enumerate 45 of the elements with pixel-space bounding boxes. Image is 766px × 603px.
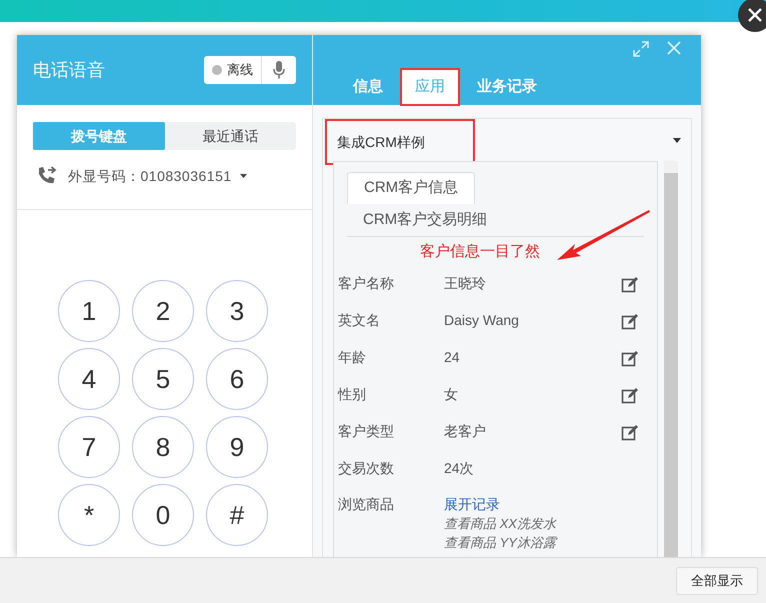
edit-icon[interactable] — [621, 422, 639, 440]
keypad-key[interactable]: 2 — [132, 280, 194, 342]
edit-icon[interactable] — [621, 312, 639, 330]
keypad-key[interactable]: 4 — [58, 348, 120, 410]
close-icon[interactable] — [738, 0, 766, 32]
dial-tab[interactable]: 最近通话 — [164, 122, 296, 150]
field-label: 性别 — [338, 385, 367, 404]
status-label: 离线 — [227, 60, 253, 79]
edit-icon[interactable] — [621, 274, 639, 292]
crm-tab[interactable]: CRM客户交易明细 — [347, 204, 504, 236]
keypad-key[interactable]: # — [206, 484, 268, 546]
keypad-key[interactable]: 8 — [132, 416, 194, 478]
keypad-key[interactable]: 0 — [132, 484, 194, 546]
annotation-text: 客户信息一目了然 — [420, 242, 540, 262]
field-label: 客户类型 — [338, 422, 395, 441]
microphone-icon[interactable] — [273, 60, 285, 78]
field-label: 英文名 — [338, 311, 381, 330]
field-label: 交易次数 — [338, 459, 395, 478]
keypad-key[interactable]: 7 — [58, 416, 120, 478]
field-value: 24 — [444, 348, 461, 367]
caret-icon — [240, 174, 247, 178]
field-label: 年龄 — [338, 348, 367, 367]
caret-icon — [673, 138, 681, 142]
show-all-button[interactable]: 全部显示 — [676, 566, 758, 594]
field-label: 浏览商品 — [338, 495, 395, 514]
keypad-key[interactable]: 5 — [132, 348, 194, 410]
field-value: 王晓玲 — [444, 274, 487, 293]
keypad-key[interactable]: 3 — [206, 280, 268, 342]
field-value: 女 — [444, 385, 459, 404]
browse-record: 查看商品 YY沐浴露 — [444, 534, 556, 552]
edit-icon[interactable] — [621, 386, 639, 404]
keypad-key[interactable]: 1 — [58, 280, 120, 342]
field-value: Daisy Wang — [444, 311, 520, 330]
edit-icon[interactable] — [621, 348, 639, 366]
keypad-key[interactable]: 9 — [206, 416, 268, 478]
field-value: 24次 — [444, 459, 475, 478]
field-value: 老客户 — [444, 422, 487, 441]
expand-records-link[interactable]: 展开记录 — [444, 495, 556, 514]
caller-id-dropdown[interactable]: 外显号码：01083036151 — [68, 166, 247, 186]
crm-tab[interactable]: CRM客户信息 — [347, 172, 476, 204]
field-label: 客户名称 — [338, 274, 395, 293]
panel-title: 电话语音 — [33, 58, 105, 82]
browse-record: 查看商品 XX洗发水 — [444, 515, 556, 533]
keypad-key[interactable]: * — [58, 484, 120, 546]
keypad-key[interactable]: 6 — [206, 348, 268, 410]
